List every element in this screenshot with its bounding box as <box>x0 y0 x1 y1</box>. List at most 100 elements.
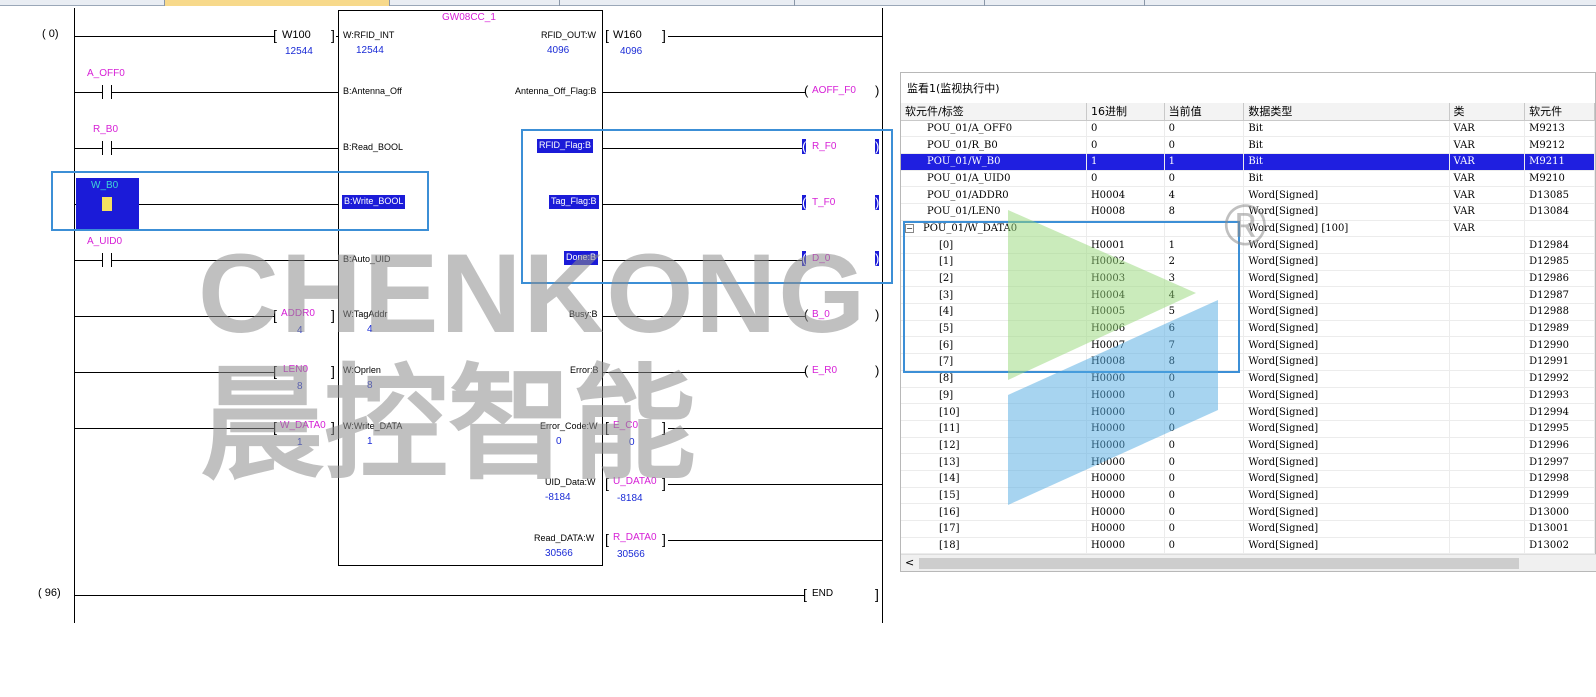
watch-cell-class[interactable] <box>1449 370 1526 388</box>
watch-cell-type[interactable]: Word[Signed] <box>1243 487 1450 505</box>
watch-cell-device[interactable]: D13000 <box>1524 503 1595 521</box>
watch-cell-value[interactable]: 0 <box>1164 520 1245 538</box>
watch-cell-type[interactable]: Word[Signed] <box>1243 403 1450 421</box>
watch-cell-device[interactable]: D13002 <box>1524 537 1595 555</box>
operand-u-data0[interactable]: U_DATA0 <box>613 476 657 488</box>
scrollbar-thumb[interactable] <box>919 558 1519 569</box>
watch-cell-value[interactable]: 4 <box>1164 186 1245 204</box>
watch-cell-type[interactable]: Bit <box>1243 153 1450 171</box>
watch-cell-type[interactable]: Word[Signed] <box>1243 303 1450 321</box>
watch-cell-value[interactable]: 1 <box>1164 153 1245 171</box>
watch-cell-label[interactable]: POU_01/W_B0 <box>901 153 1087 171</box>
watch-cell-hex[interactable]: 1 <box>1086 153 1165 171</box>
watch-cell-class[interactable] <box>1449 336 1526 355</box>
watch-cell-device[interactable]: M9211 <box>1524 153 1595 171</box>
coil-b-0[interactable]: B_0 <box>812 309 830 321</box>
watch-cell-class[interactable] <box>1449 236 1526 254</box>
watch-cell-type[interactable]: Word[Signed] [100] <box>1243 220 1450 238</box>
watch-cell-hex[interactable]: 0 <box>1086 170 1165 188</box>
col-header-current-value[interactable]: 当前值 <box>1164 103 1245 121</box>
watch-cell-class[interactable] <box>1449 286 1526 305</box>
watch-cell-device[interactable]: D12989 <box>1524 320 1595 338</box>
col-header-data-type[interactable]: 数据类型 <box>1243 103 1450 121</box>
watch-cell-label[interactable]: [16] <box>901 503 1087 521</box>
watch-cell-class[interactable]: VAR <box>1449 186 1526 204</box>
watch-cell-value[interactable]: 0 <box>1164 170 1245 188</box>
watch-window[interactable]: 监看1(监视执行中) 软元件/标签 16进制 当前值 数据类型 类 软元件 PO… <box>900 72 1596 572</box>
watch-cell-class[interactable]: VAR <box>1449 220 1526 238</box>
watch-cell-type[interactable]: Word[Signed] <box>1243 520 1450 538</box>
watch-cell-device[interactable] <box>1524 220 1595 238</box>
scroll-left-arrow[interactable]: < <box>905 556 914 569</box>
watch-cell-device[interactable]: D12996 <box>1524 437 1595 455</box>
watch-cell-device[interactable]: D12993 <box>1524 387 1595 405</box>
watch-cell-class[interactable] <box>1449 470 1526 488</box>
watch-cell-type[interactable]: Bit <box>1243 136 1450 154</box>
col-header-device[interactable]: 软元件 <box>1524 103 1595 121</box>
watch-cell-device[interactable]: D12995 <box>1524 420 1595 438</box>
watch-cell-class[interactable]: VAR <box>1449 170 1526 188</box>
col-header-class[interactable]: 类 <box>1449 103 1526 121</box>
watch-row[interactable]: [17] H0000 0 Word[Signed] D13001 <box>901 520 1595 538</box>
watch-cell-type[interactable]: Word[Signed] <box>1243 470 1450 488</box>
watch-cell-label[interactable]: [17] <box>901 520 1087 538</box>
watch-cell-label[interactable]: POU_01/A_UID0 <box>901 170 1087 188</box>
watch-row[interactable]: [18] H0000 0 Word[Signed] D13002 <box>901 537 1595 555</box>
contact-r-b0[interactable] <box>102 141 112 155</box>
watch-cell-value[interactable]: 0 <box>1164 120 1245 138</box>
watch-cell-class[interactable]: VAR <box>1449 153 1526 171</box>
watch-cell-device[interactable]: M9210 <box>1524 170 1595 188</box>
watch-cell-hex[interactable]: 0 <box>1086 136 1165 154</box>
watch-row[interactable]: POU_01/ADDR0 H0004 4 Word[Signed] VAR D13085 <box>901 186 1595 204</box>
watch-cell-label[interactable]: POU_01/A_OFF0 <box>901 120 1087 138</box>
watch-cell-type[interactable]: Word[Signed] <box>1243 236 1450 254</box>
watch-cell-label[interactable]: POU_01/R_B0 <box>901 136 1087 154</box>
editor-tab[interactable] <box>560 0 795 6</box>
editor-tab-active[interactable] <box>165 0 390 6</box>
watch-cell-device[interactable]: D12998 <box>1524 470 1595 488</box>
watch-cell-class[interactable] <box>1449 503 1526 521</box>
watch-cell-device[interactable]: D13085 <box>1524 186 1595 204</box>
editor-tab[interactable] <box>0 0 165 6</box>
watch-cell-class[interactable] <box>1449 270 1526 288</box>
watch-cell-device[interactable]: D12994 <box>1524 403 1595 421</box>
watch-cell-class[interactable]: VAR <box>1449 120 1526 138</box>
horizontal-scrollbar[interactable]: < <box>901 554 1596 571</box>
operand-len0[interactable]: LEN0 <box>283 364 308 376</box>
watch-cell-type[interactable]: Word[Signed] <box>1243 437 1450 455</box>
watch-cell-hex[interactable]: H0000 <box>1086 520 1165 538</box>
editor-tab[interactable] <box>795 0 985 6</box>
watch-cell-class[interactable] <box>1449 520 1526 538</box>
coil-e-r0[interactable]: E_R0 <box>812 365 837 377</box>
watch-cell-type[interactable]: Bit <box>1243 170 1450 188</box>
col-header-device-label[interactable]: 软元件/标签 <box>901 103 1087 121</box>
editor-tab[interactable] <box>985 0 1145 6</box>
editor-tab[interactable] <box>390 0 560 6</box>
watch-cell-value[interactable]: 0 <box>1164 136 1245 154</box>
watch-cell-type[interactable]: Word[Signed] <box>1243 286 1450 305</box>
watch-cell-class[interactable] <box>1449 420 1526 438</box>
watch-cell-type[interactable]: Word[Signed] <box>1243 353 1450 371</box>
watch-cell-class[interactable] <box>1449 487 1526 505</box>
watch-cell-class[interactable]: VAR <box>1449 203 1526 221</box>
watch-cell-class[interactable] <box>1449 403 1526 421</box>
watch-cell-class[interactable] <box>1449 537 1526 555</box>
watch-cell-type[interactable]: Bit <box>1243 120 1450 138</box>
watch-cell-class[interactable] <box>1449 303 1526 321</box>
watch-cell-device[interactable]: M9212 <box>1524 136 1595 154</box>
watch-cell-device[interactable]: D12986 <box>1524 270 1595 288</box>
contact-a-uid0[interactable] <box>102 253 112 267</box>
watch-cell-label[interactable]: POU_01/ADDR0 <box>901 186 1087 204</box>
watch-cell-hex[interactable]: H0004 <box>1086 186 1165 204</box>
watch-row[interactable]: POU_01/A_UID0 0 0 Bit VAR M9210 <box>901 170 1595 188</box>
watch-row[interactable]: POU_01/R_B0 0 0 Bit VAR M9212 <box>901 136 1595 154</box>
watch-cell-device[interactable]: D12985 <box>1524 253 1595 271</box>
watch-cell-type[interactable]: Word[Signed] <box>1243 270 1450 288</box>
watch-cell-device[interactable]: D12987 <box>1524 286 1595 305</box>
watch-cell-type[interactable]: Word[Signed] <box>1243 420 1450 438</box>
operand-w100[interactable]: W100 <box>282 29 311 41</box>
watch-cell-type[interactable]: Word[Signed] <box>1243 370 1450 388</box>
watch-cell-device[interactable]: D12992 <box>1524 370 1595 388</box>
watch-cell-type[interactable]: Word[Signed] <box>1243 537 1450 555</box>
watch-cell-type[interactable]: Word[Signed] <box>1243 336 1450 355</box>
